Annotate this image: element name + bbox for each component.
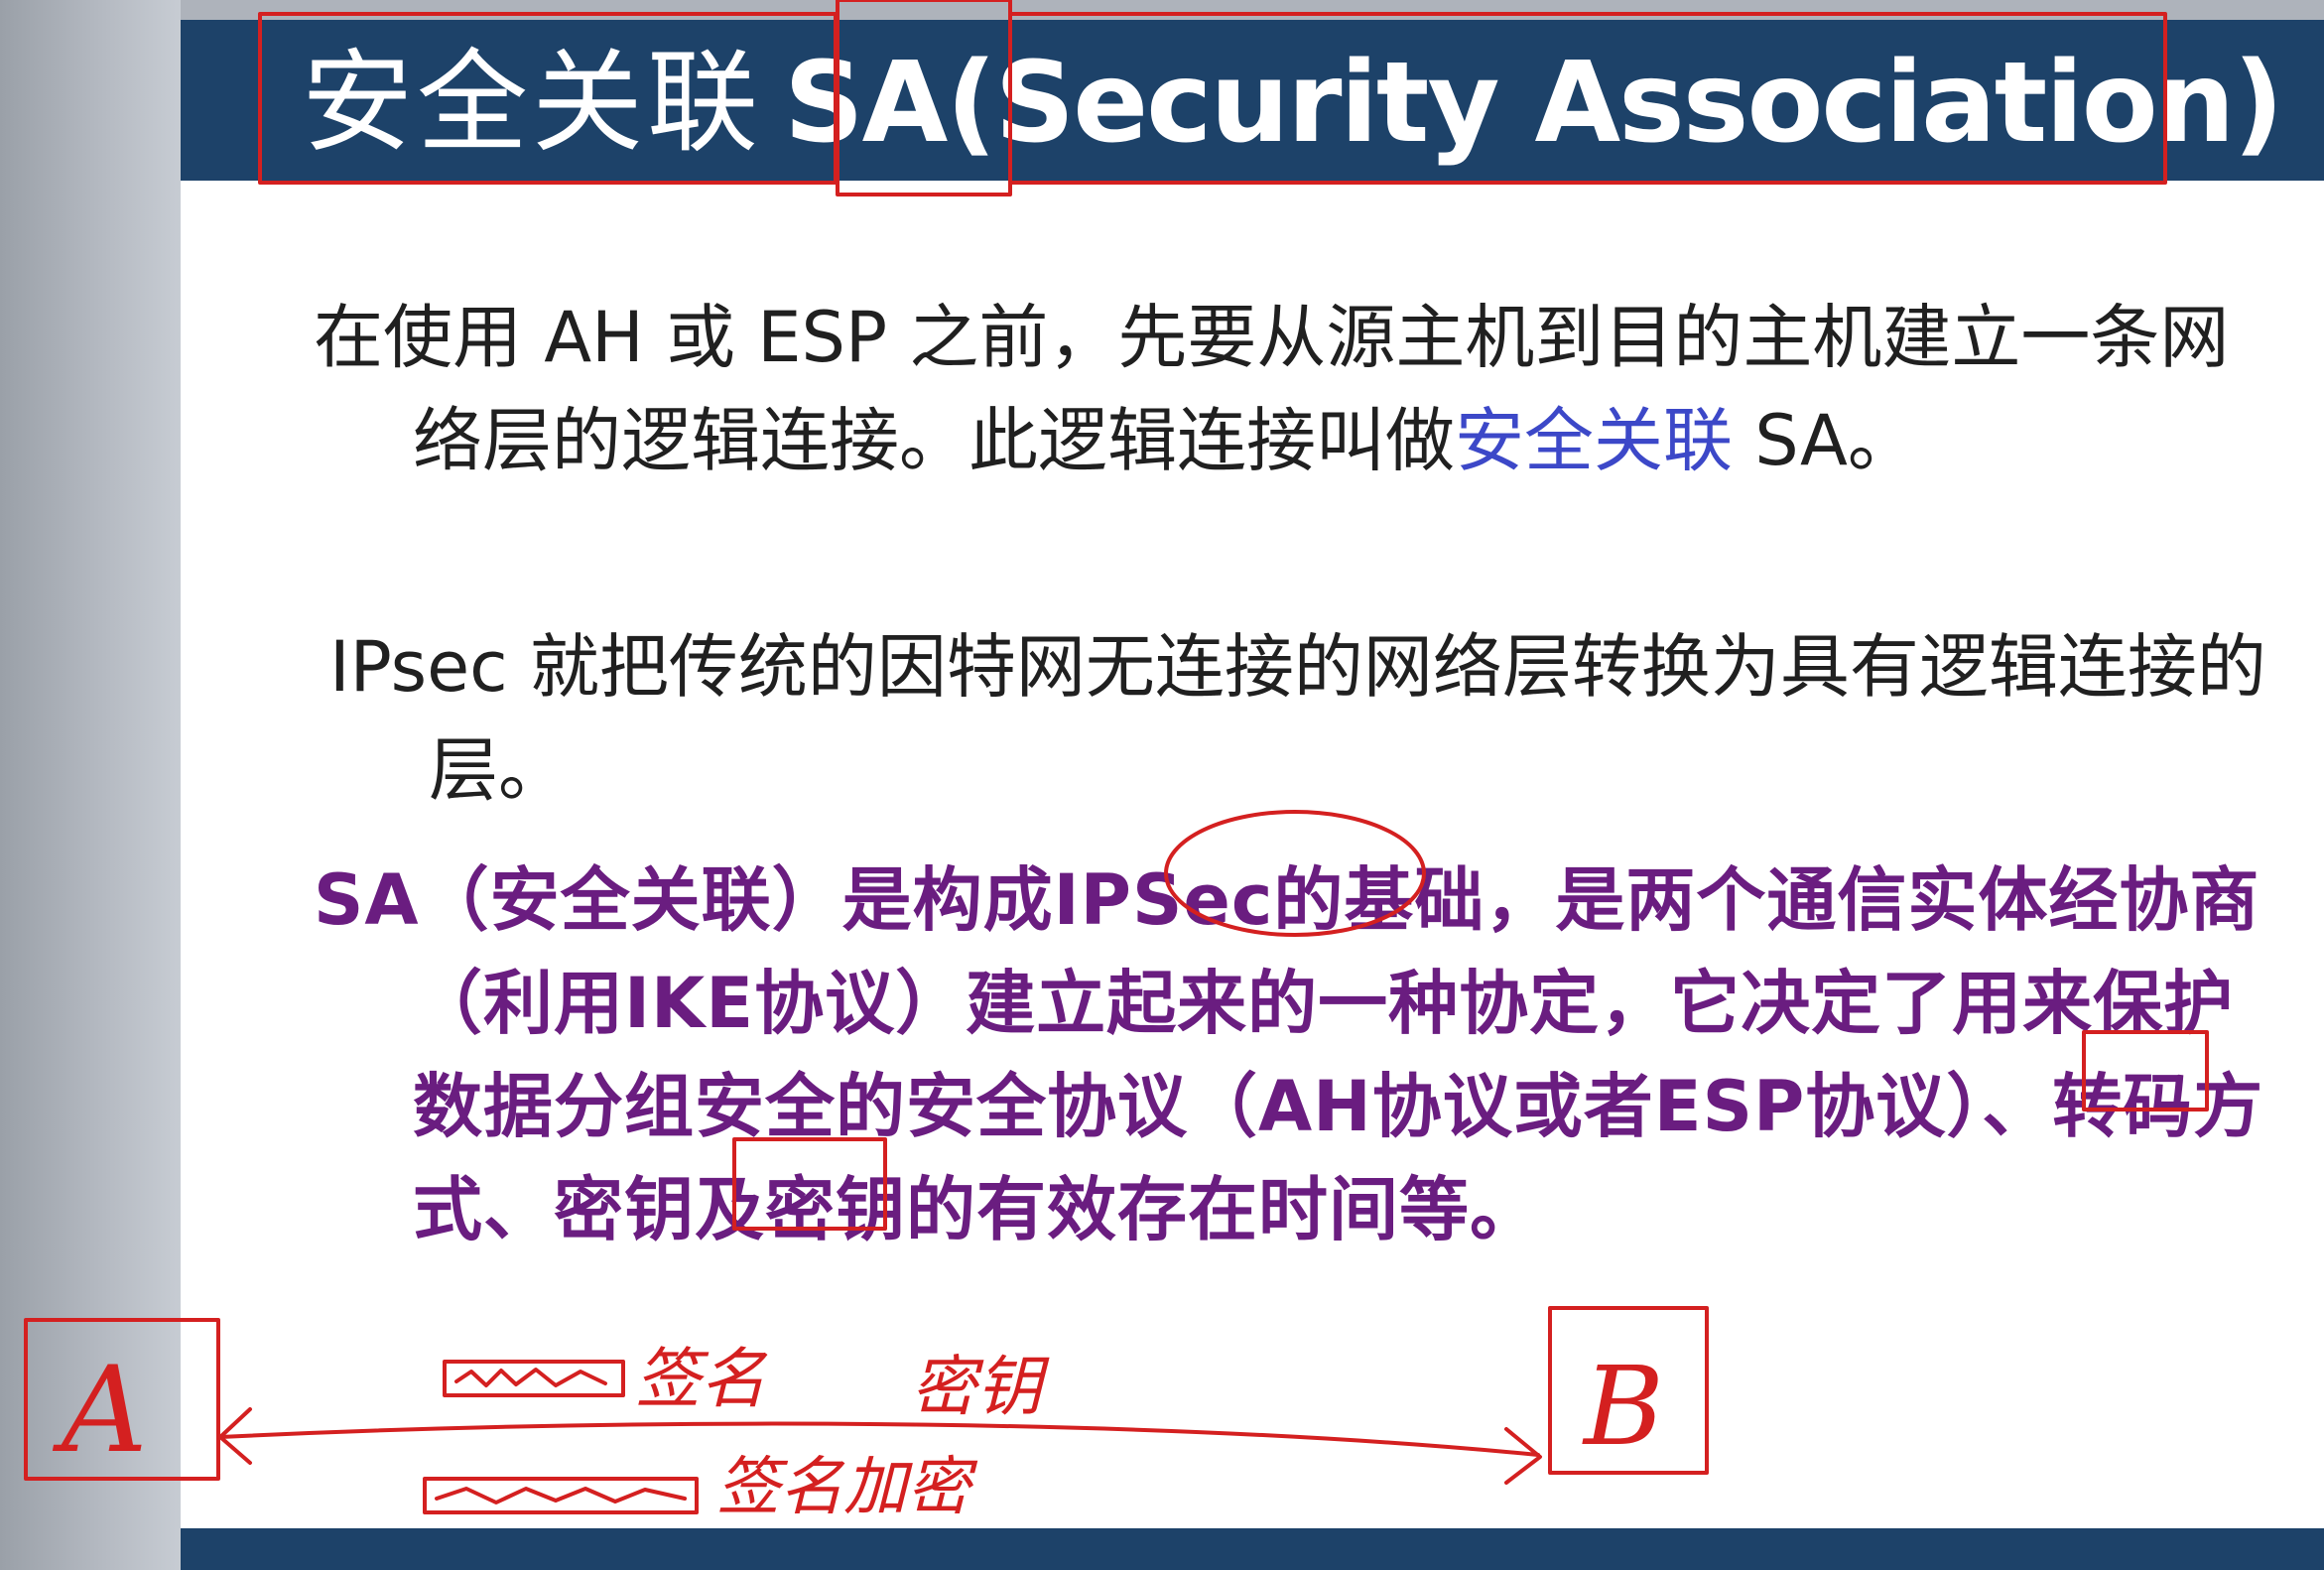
title-english: (Security Association): [946, 39, 2283, 168]
slide: 安全关联 SA(Security Association) 在使用 AH 或 ES…: [181, 20, 2324, 1570]
slide-title: 安全关联 SA(Security Association): [302, 34, 2284, 173]
title-sa: SA: [784, 39, 948, 168]
paragraph-1-tail: SA。: [1733, 400, 1917, 481]
paragraph-ipsec: IPsec 就把传统的因特网无连接的网络层转换为具有逻辑连接的层。: [329, 615, 2294, 822]
title-chinese: 安全关联: [302, 39, 762, 168]
paragraph-1-text: 在使用 AH 或 ESP 之前，先要从源主机到目的主机建立一条网络层的逻辑连接。…: [314, 297, 2230, 481]
paragraph-sa-basis: SA（安全关联）是构成IPSec的基础，是两个通信实体经协商（利用IKE协议）建…: [314, 849, 2288, 1261]
security-association-term: 安全关联: [1455, 400, 1733, 481]
paragraph-3-text: SA（安全关联）是构成IPSec的基础，是两个通信实体经协商（利用IKE协议）建…: [314, 859, 2264, 1250]
presenter-left-gutter: [0, 0, 181, 1570]
paragraph-2-text: IPsec 就把传统的因特网无连接的网络层转换为具有逻辑连接的层。: [329, 626, 2266, 811]
paragraph-sa-definition: 在使用 AH 或 ESP 之前，先要从源主机到目的主机建立一条网络层的逻辑连接。…: [314, 286, 2278, 492]
slide-footer-bar: [181, 1528, 2324, 1570]
slide-title-bar: 安全关联 SA(Security Association): [181, 20, 2324, 181]
